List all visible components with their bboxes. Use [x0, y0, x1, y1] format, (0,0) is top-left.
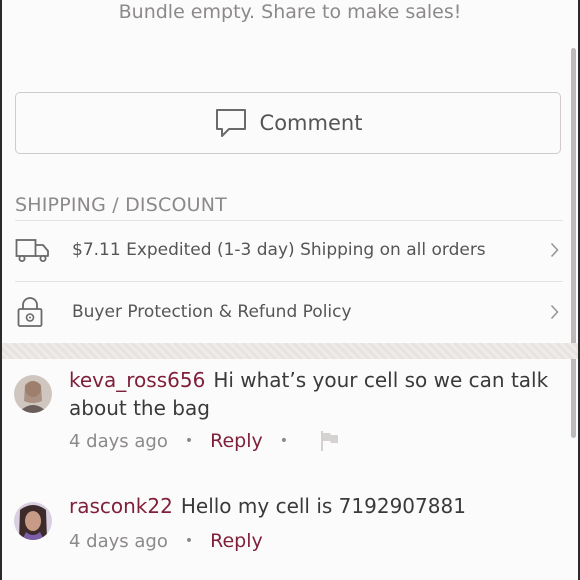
- buyer-protection-row[interactable]: Buyer Protection & Refund Policy: [15, 282, 563, 342]
- chevron-right-icon: [545, 242, 559, 258]
- comment-item: rasconk22 Hello my cell is 7192907881 4 d…: [14, 492, 566, 572]
- buyer-protection-label: Buyer Protection & Refund Policy: [72, 302, 352, 322]
- separator-dot: •: [184, 533, 194, 549]
- comment-meta: 4 days ago • Reply •: [69, 430, 341, 452]
- scrollbar[interactable]: [571, 48, 576, 438]
- shipping-info-row[interactable]: $7.11 Expedited (1-3 day) Shipping on al…: [15, 220, 563, 280]
- avatar[interactable]: [14, 502, 52, 540]
- shipping-info-label: $7.11 Expedited (1-3 day) Shipping on al…: [72, 240, 486, 260]
- section-separator: [2, 343, 578, 359]
- comment-item: keva_ross656 Hi what’s your cell so we ca…: [14, 366, 566, 466]
- comment-timestamp: 4 days ago: [69, 430, 168, 452]
- speech-bubble-icon: [214, 107, 248, 139]
- avatar[interactable]: [14, 375, 52, 413]
- chevron-right-icon: [545, 304, 559, 320]
- reply-link[interactable]: Reply: [210, 430, 263, 452]
- comment-username[interactable]: keva_ross656: [69, 368, 205, 392]
- comment-message: Hello my cell is 7192907881: [180, 494, 466, 518]
- comment-username[interactable]: rasconk22: [69, 494, 173, 518]
- comment-text: rasconk22 Hello my cell is 7192907881: [69, 492, 566, 520]
- lock-icon: [15, 296, 55, 328]
- flag-icon[interactable]: [319, 430, 341, 452]
- comment-timestamp: 4 days ago: [69, 530, 168, 552]
- truck-icon: [15, 236, 55, 264]
- separator-dot: •: [184, 433, 194, 449]
- separator-dot: •: [279, 433, 289, 449]
- window-frame-left: [0, 0, 2, 580]
- comment-button[interactable]: Comment: [15, 92, 561, 154]
- comment-meta: 4 days ago • Reply: [69, 530, 263, 552]
- comment-button-label: Comment: [259, 111, 363, 135]
- reply-link[interactable]: Reply: [210, 530, 263, 552]
- comment-text: keva_ross656 Hi what’s your cell so we ca…: [69, 366, 566, 422]
- bundle-empty-message: Bundle empty. Share to make sales!: [118, 1, 462, 23]
- shipping-section-heading: SHIPPING / DISCOUNT: [15, 194, 227, 216]
